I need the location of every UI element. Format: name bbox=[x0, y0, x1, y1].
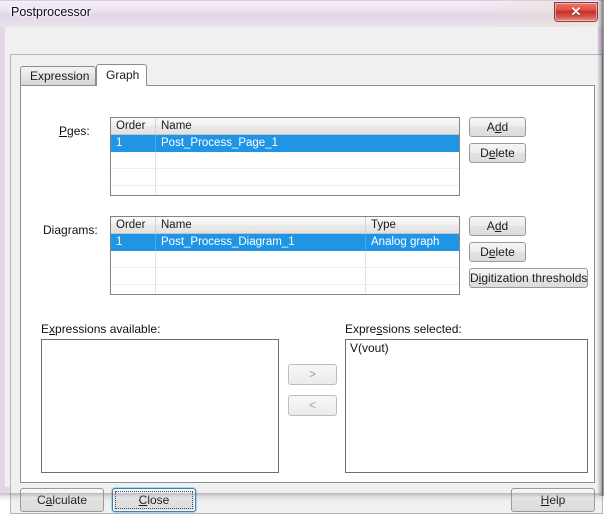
pages-label: Pges: bbox=[59, 124, 90, 138]
diagrams-row-1-name: Post_Process_Diagram_1 bbox=[156, 234, 366, 251]
diagrams-row-2-type bbox=[366, 251, 459, 268]
pages-row-3-name bbox=[156, 169, 459, 186]
diagrams-column-type: Type bbox=[371, 219, 396, 231]
expressions-selected-listbox[interactable]: V(vout) bbox=[345, 339, 588, 473]
pages-row-4-order bbox=[111, 186, 156, 195]
diagrams-row-3-order bbox=[111, 268, 156, 285]
pages-add-button[interactable]: Add bbox=[469, 117, 526, 137]
diagrams-row-1-type: Analog graph bbox=[366, 234, 459, 251]
diagrams-delete-accel: e bbox=[488, 245, 496, 259]
pages-row-3-order bbox=[111, 169, 156, 186]
graph-tab-pane: Pges: Order Name 1 Post_Process_Page_1 A… bbox=[20, 85, 595, 483]
move-left-button[interactable]: < bbox=[288, 395, 337, 416]
diagrams-row-2-order bbox=[111, 251, 156, 268]
expressions-available-accel: x bbox=[49, 322, 56, 336]
pages-row-4[interactable] bbox=[111, 186, 459, 195]
pages-label-accel: P bbox=[59, 124, 68, 138]
diagrams-row-1[interactable]: 1 Post_Process_Diagram_1 Analog graph bbox=[111, 234, 459, 251]
tab-expression-label: Expression bbox=[30, 69, 90, 83]
diagrams-row-2[interactable] bbox=[111, 251, 459, 268]
diagrams-add-accel: d bbox=[494, 219, 502, 233]
diagrams-row-2-name bbox=[156, 251, 366, 268]
diagrams-add-button[interactable]: Add bbox=[469, 216, 526, 236]
pages-row-1-name: Post_Process_Page_1 bbox=[156, 135, 459, 152]
window-frame: Expression Graph Pges: Order Name 1 Post… bbox=[0, 27, 604, 514]
diagrams-grid[interactable]: Order Name Type 1 Post_Process_Diagram_1… bbox=[110, 216, 460, 295]
postprocessor-window: Postprocessor ✕ Expression Graph Pges: O… bbox=[0, 0, 604, 514]
move-right-button[interactable]: > bbox=[288, 364, 337, 385]
pages-row-4-name bbox=[156, 186, 459, 195]
pages-row-2[interactable] bbox=[111, 152, 459, 169]
tab-graph-label: Graph bbox=[106, 68, 140, 82]
tab-graph[interactable]: Graph bbox=[96, 64, 147, 86]
pages-column-name: Name bbox=[161, 120, 192, 132]
close-icon: ✕ bbox=[570, 4, 582, 19]
window-title: Postprocessor bbox=[11, 5, 91, 19]
close-button[interactable]: ✕ bbox=[554, 2, 598, 22]
diagrams-row-4-order bbox=[111, 285, 156, 294]
expressions-selected-label: Expressions selected: bbox=[345, 322, 462, 336]
expressions-available-listbox[interactable] bbox=[41, 339, 279, 473]
pages-label-rest: ges: bbox=[67, 124, 90, 138]
diagrams-column-name: Name bbox=[156, 217, 366, 233]
diagrams-label: Diagrams: bbox=[43, 223, 98, 237]
pages-grid[interactable]: Order Name 1 Post_Process_Page_1 bbox=[110, 117, 460, 196]
pages-row-1[interactable]: 1 Post_Process_Page_1 bbox=[111, 135, 459, 152]
diagrams-row-4-type bbox=[366, 285, 459, 294]
tab-strip: Expression Graph bbox=[20, 64, 600, 86]
pages-delete-button[interactable]: Delete bbox=[469, 143, 526, 163]
tab-expression[interactable]: Expression bbox=[20, 66, 96, 85]
pages-add-accel: d bbox=[494, 120, 502, 134]
diagrams-label-accel: g bbox=[61, 223, 68, 237]
move-right-label: > bbox=[308, 367, 316, 381]
title-bar[interactable]: Postprocessor ✕ bbox=[0, 0, 604, 28]
diagrams-row-1-order: 1 bbox=[111, 234, 156, 251]
window-shadow-bottom bbox=[0, 493, 604, 502]
pages-row-3[interactable] bbox=[111, 169, 459, 186]
diagrams-column-order: Order bbox=[111, 217, 156, 233]
dialog-client-area: Expression Graph Pges: Order Name 1 Post… bbox=[10, 54, 603, 514]
diagrams-delete-button[interactable]: Delete bbox=[469, 242, 526, 262]
pages-grid-header: Order Name bbox=[111, 118, 459, 135]
diagrams-grid-header: Order Name Type bbox=[111, 217, 459, 234]
diagrams-row-3-type bbox=[366, 268, 459, 285]
pages-row-2-order bbox=[111, 152, 156, 169]
pages-row-2-name bbox=[156, 152, 459, 169]
pages-delete-accel: e bbox=[488, 146, 496, 160]
diagrams-row-3[interactable] bbox=[111, 268, 459, 285]
digitization-thresholds-accel: i bbox=[478, 271, 482, 285]
diagrams-row-4[interactable] bbox=[111, 285, 459, 294]
expressions-selected-accel: s bbox=[376, 322, 383, 336]
diagrams-row-4-name bbox=[156, 285, 366, 294]
expressions-selected-item-1[interactable]: V(vout) bbox=[346, 340, 587, 357]
move-left-label: < bbox=[308, 398, 316, 412]
pages-row-1-order: 1 bbox=[111, 135, 156, 152]
diagrams-row-3-name bbox=[156, 268, 366, 285]
expressions-available-label: Expressions available: bbox=[41, 322, 161, 336]
digitization-thresholds-button[interactable]: Digitization thresholds bbox=[469, 268, 588, 288]
pages-column-order: Order bbox=[111, 118, 156, 134]
